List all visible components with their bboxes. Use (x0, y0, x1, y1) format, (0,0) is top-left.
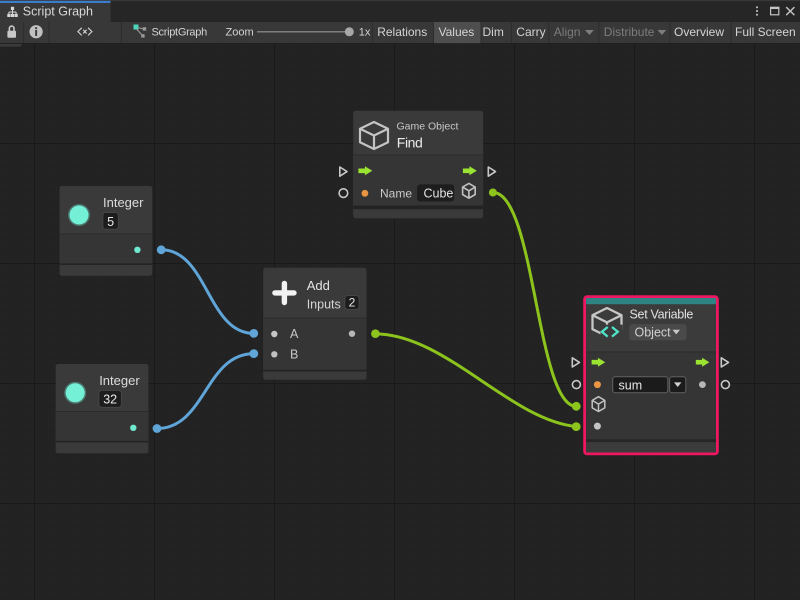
svg-text:Integer: Integer (99, 373, 140, 388)
svg-text:2: 2 (349, 296, 356, 310)
svg-text:Carry: Carry (516, 25, 545, 39)
svg-text:Game Object: Game Object (397, 121, 459, 133)
svg-text:Add: Add (307, 278, 330, 293)
svg-text:Inputs: Inputs (307, 298, 341, 312)
svg-text:ScriptGraph: ScriptGraph (152, 27, 208, 39)
svg-text:Object: Object (635, 325, 672, 339)
svg-text:Full Screen: Full Screen (735, 25, 796, 39)
svg-text:Values: Values (439, 25, 475, 39)
svg-text:Cube: Cube (424, 187, 454, 201)
svg-text:Zoom: Zoom (226, 27, 254, 39)
svg-text:Find: Find (397, 135, 423, 151)
svg-text:B: B (290, 348, 298, 362)
svg-text:1x: 1x (359, 27, 371, 39)
svg-text:Distribute: Distribute (604, 25, 655, 39)
svg-text:Overview: Overview (674, 25, 724, 39)
svg-text:Name: Name (380, 186, 412, 200)
svg-text:5: 5 (107, 215, 114, 229)
svg-text:A: A (290, 327, 299, 341)
svg-text:32: 32 (103, 393, 117, 407)
svg-text:Align: Align (554, 25, 581, 39)
svg-text:Dim: Dim (483, 25, 504, 39)
svg-text:sum: sum (619, 378, 643, 392)
svg-text:Integer: Integer (103, 195, 144, 210)
svg-text:Set Variable: Set Variable (630, 308, 694, 322)
svg-text:Relations: Relations (377, 25, 427, 39)
svg-text:Script Graph: Script Graph (23, 4, 93, 18)
